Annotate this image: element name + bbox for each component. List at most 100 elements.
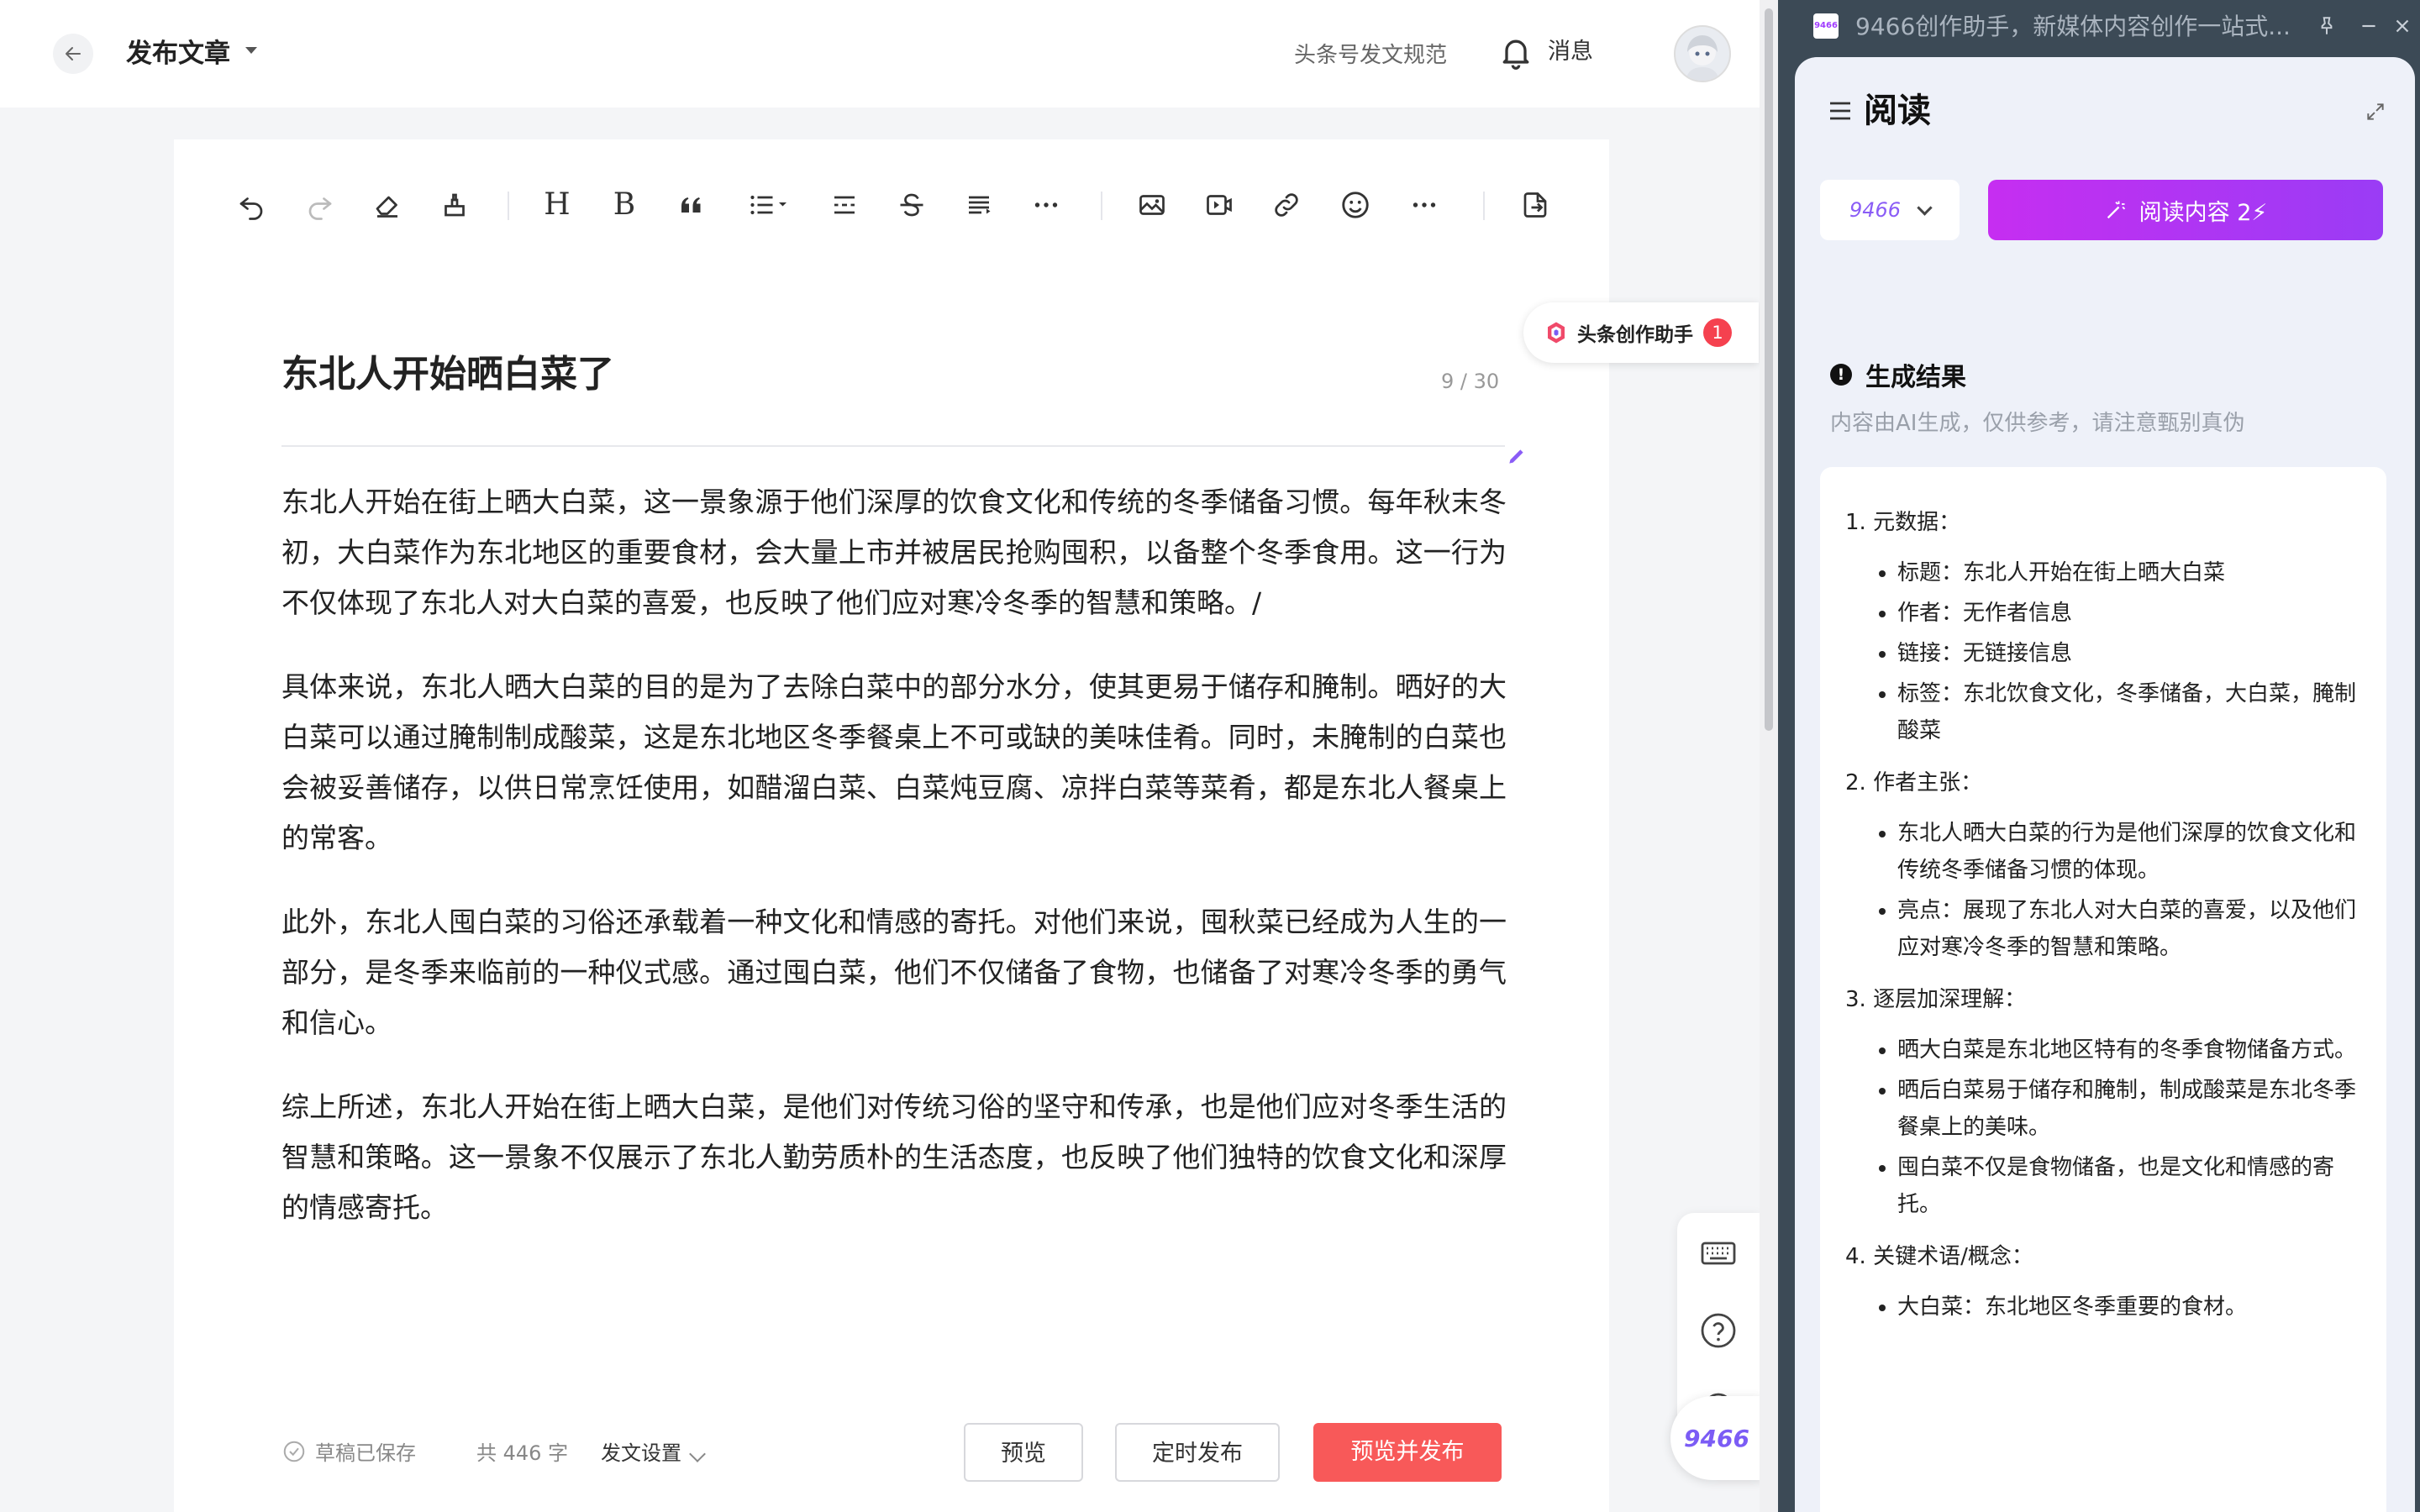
body-paragraph[interactable]: 具体来说，东北人晒大白菜的目的是为了去除白菜中的部分水分，使其更易于储存和腌制。… [281,662,1507,864]
read-content-button[interactable]: 阅读内容 2⚡ [1988,180,2383,240]
avatar[interactable] [1674,25,1731,82]
toolbar-divider [1483,192,1485,220]
section-title: 1. 元数据： [1845,510,1961,535]
9466-logo-text: 9466 [1684,1424,1749,1452]
editor-card: H B 东北人开始晒白菜了 9 / 30 东北人开始在街上晒大白菜，这一景象源于… [174,139,1609,1512]
result-card: 1. 元数据： 标题：东北人开始在街上晒大白菜 作者：无作者信息 链接：无链接信… [1820,467,2386,1512]
toolbar-divider [1101,192,1102,220]
panel-content: 阅读 9466 阅读内容 2⚡ ! 生成结果 内容由AI生成，仅供参考，请注意甄… [1795,57,2415,1512]
redo-icon[interactable] [303,188,337,222]
list-item: 东北人晒大白菜的行为是他们深厚的饮食文化和传统冬季储备习惯的体现。 [1897,815,2366,889]
editor-footer: 草稿已保存 共 446 字 发文设置 预览 定时发布 预览并发布 [281,1420,1508,1487]
title-char-count: 9 / 30 [1441,370,1500,393]
editor-toolbar: H B [224,173,1569,234]
section-title: 3. 逐层加深理解： [1845,987,2027,1012]
list-item: 晒后白菜易于储存和腌制，制成酸菜是东北冬季餐桌上的美味。 [1897,1072,2366,1146]
9466-float-button[interactable]: 9466 [1670,1396,1763,1480]
expand-icon[interactable] [2365,101,2386,126]
model-select-value: 9466 [1849,198,1902,222]
draft-saved-label: 草稿已保存 [315,1441,416,1465]
read-content-label: 阅读内容 2⚡ [2139,199,2268,226]
section-title: 2. 作者主张： [1845,770,1983,795]
result-heading-label: 生成结果 [1865,363,1966,392]
top-bar: 发布文章 头条号发文规范 消息 [0,0,1760,108]
indent-icon[interactable] [962,188,996,222]
result-section: 4. 关键术语/概念： 大白菜：东北地区冬季重要的食材。 [1845,1238,2366,1326]
word-count: 共 446 字 [476,1441,569,1465]
result-section: 1. 元数据： 标题：东北人开始在街上晒大白菜 作者：无作者信息 链接：无链接信… [1845,504,2366,749]
emoji-icon[interactable] [1339,188,1372,222]
hamburger-menu-icon[interactable] [1825,96,1855,129]
notification-badge: 1 [1703,318,1732,347]
alert-icon: ! [1830,364,1852,386]
scrollbar-thumb[interactable] [1765,8,1773,731]
article-body-editor[interactable]: 东北人开始在街上晒大白菜，这一景象源于他们深厚的饮食文化和传统的冬季储备习惯。每… [281,477,1507,1267]
help-icon[interactable] [1698,1310,1739,1351]
panel-window-title: 9466创作助手，新媒体内容创作一站式... [1855,13,2291,40]
list-item: 晒大白菜是东北地区特有的冬季食物储备方式。 [1897,1032,2366,1068]
toutiao-assistant-button[interactable]: 头条创作助手 1 [1523,302,1759,363]
preview-button[interactable]: 预览 [964,1423,1083,1482]
format-painter-icon[interactable] [438,188,471,222]
body-paragraph[interactable]: 此外，东北人囤白菜的习俗还承载着一种文化和情感的寄托。对他们来说，囤秋菜已经成为… [281,897,1507,1048]
heading-icon[interactable]: H [540,188,574,222]
result-section: 2. 作者主张： 东北人晒大白菜的行为是他们深厚的饮食文化和传统冬季储备习惯的体… [1845,764,2366,966]
link-icon[interactable] [1270,188,1303,222]
panel-title: 阅读 [1864,92,1931,130]
result-heading: ! 生成结果 [1830,356,1966,393]
chevron-down-icon [1917,199,1933,216]
section-title: 4. 关键术语/概念： [1845,1244,2033,1269]
toolbar-divider [508,192,509,220]
pin-icon[interactable] [2312,12,2341,40]
draft-saved-status: 草稿已保存 [281,1436,416,1466]
magic-wand-icon [2107,201,2125,219]
publish-settings-dropdown[interactable]: 发文设置 [601,1438,681,1468]
strikethrough-icon[interactable] [895,188,929,222]
title-divider [281,445,1505,447]
pen-icon[interactable] [1506,445,1528,470]
publishing-guidelines-link[interactable]: 头条号发文规范 [1294,40,1447,71]
more-insert-icon[interactable] [1407,188,1441,222]
arrow-left-icon [66,47,81,60]
import-document-icon[interactable] [1518,188,1552,222]
close-icon[interactable] [2388,12,2417,40]
image-icon[interactable] [1135,188,1169,222]
result-content: 1. 元数据： 标题：东北人开始在街上晒大白菜 作者：无作者信息 链接：无链接信… [1845,504,2366,1341]
list-item: 标签：东北饮食文化，冬季储备，大白菜，腌制酸菜 [1897,675,2366,749]
panel-title-bar: 9466 9466创作助手，新媒体内容创作一站式... [1778,0,2420,52]
assistant-logo-icon [1548,322,1565,344]
bell-icon[interactable] [1497,34,1534,74]
video-icon[interactable] [1202,188,1236,222]
editor-app: 发布文章 头条号发文规范 消息 H B 东北人开始晒白菜了 9 / 30 东北人… [0,0,1763,1512]
list-item: 作者：无作者信息 [1897,595,2366,632]
chevron-down-icon[interactable] [689,1446,706,1462]
9466-assistant-panel: 9466 9466创作助手，新媒体内容创作一站式... 阅读 9466 阅读内容… [1778,0,2420,1512]
minimize-icon[interactable] [2354,12,2383,40]
list-dropdown-icon[interactable] [744,188,794,222]
main-scrollbar[interactable] [1760,0,1778,1512]
page-title[interactable]: 发布文章 [126,34,230,74]
main-column: H B 东北人开始晒白菜了 9 / 30 东北人开始在街上晒大白菜，这一景象源于… [0,108,1763,1512]
body-paragraph[interactable]: 综上所述，东北人开始在街上晒大白菜，是他们对传统习俗的坚守和传承，也是他们应对冬… [281,1082,1507,1233]
preview-and-publish-button[interactable]: 预览并发布 [1313,1423,1502,1482]
list-item: 亮点：展现了东北人对大白菜的喜爱，以及他们应对寒冷冬季的智慧和策略。 [1897,892,2366,966]
assistant-label: 头条创作助手 [1577,324,1693,346]
caret-down-icon[interactable] [245,47,257,54]
quote-icon[interactable] [675,188,708,222]
model-select[interactable]: 9466 [1820,180,1960,240]
list-item: 囤白菜不仅是食物储备，也是文化和情感的寄托。 [1897,1149,2366,1223]
article-title-input[interactable]: 东北人开始晒白菜了 [281,349,614,400]
undo-icon[interactable] [234,188,268,222]
check-circle-icon [283,1441,305,1462]
list-item: 链接：无链接信息 [1897,635,2366,672]
keyboard-icon[interactable] [1698,1233,1739,1273]
more-format-icon[interactable] [1029,188,1063,222]
body-paragraph[interactable]: 东北人开始在街上晒大白菜，这一景象源于他们深厚的饮食文化和传统的冬季储备习惯。每… [281,477,1507,628]
back-button[interactable] [53,34,93,74]
messages-label[interactable]: 消息 [1548,37,1593,67]
eraser-icon[interactable] [371,188,404,222]
list-item: 标题：东北人开始在街上晒大白菜 [1897,554,2366,591]
divider-icon[interactable] [828,188,861,222]
bold-icon[interactable]: B [608,188,641,222]
schedule-publish-button[interactable]: 定时发布 [1115,1423,1280,1482]
